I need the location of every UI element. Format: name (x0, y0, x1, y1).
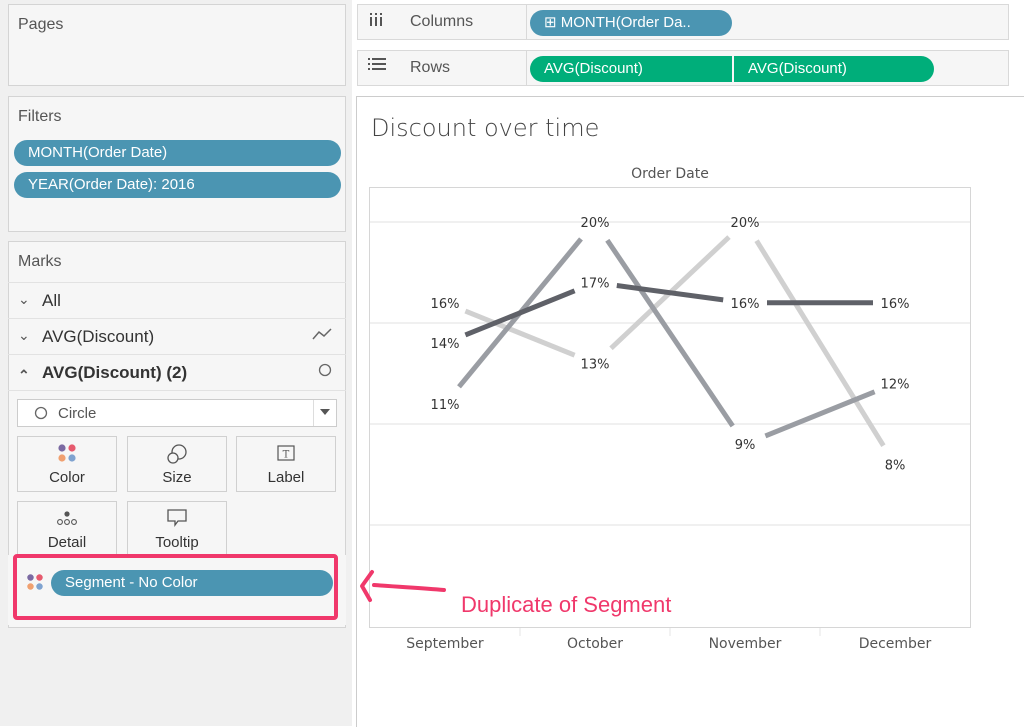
marks-row-avg-discount[interactable]: ⌄ AVG(Discount) (8, 318, 346, 355)
annotation-text: Duplicate of Segment (461, 592, 672, 617)
filters-panel: Filters MONTH(Order Date) YEAR(Order Dat… (8, 96, 346, 232)
tooltip-icon (128, 508, 226, 534)
size-icon (128, 443, 226, 469)
chevron-down-icon: ⌄ (18, 291, 30, 307)
marks-title: Marks (18, 253, 62, 270)
marks-row-label: AVG(Discount) (2) (42, 363, 188, 382)
chevron-down-icon (320, 409, 330, 415)
card-label: Tooltip (155, 534, 199, 551)
card-label: Size (162, 469, 192, 486)
marks-row-all[interactable]: ⌄ All (8, 282, 346, 319)
rows-icon (368, 57, 386, 76)
filters-title: Filters (18, 108, 62, 125)
filter-pill-month[interactable]: MONTH(Order Date) (14, 140, 341, 166)
divider (526, 51, 527, 85)
view-area (356, 96, 1024, 727)
pages-title: Pages (18, 16, 64, 33)
pages-panel: Pages (8, 4, 346, 86)
line-icon (312, 327, 332, 345)
mark-type-dropdown[interactable]: Circle (17, 399, 337, 427)
dropdown-divider (313, 400, 314, 426)
chart-title: Discount over time (371, 114, 600, 142)
columns-pill-month[interactable]: ⊞ MONTH(Order Da.. (530, 10, 732, 36)
columns-icon (368, 11, 384, 32)
chevron-down-icon: ⌄ (18, 327, 30, 343)
color-icon (18, 443, 116, 469)
marks-row-label: All (42, 291, 61, 310)
circle-icon (34, 406, 48, 425)
rows-pill-avg-discount-1[interactable]: AVG(Discount) (530, 56, 732, 82)
circle-icon (318, 363, 332, 381)
divider (8, 390, 346, 391)
divider (526, 5, 527, 39)
marks-row-label: AVG(Discount) (42, 327, 155, 346)
svg-text:T: T (283, 450, 290, 461)
tooltip-card[interactable]: Tooltip (127, 501, 227, 557)
filter-pill-year[interactable]: YEAR(Order Date): 2016 (14, 172, 341, 198)
detail-card[interactable]: Detail (17, 501, 117, 557)
card-label: Color (49, 469, 85, 486)
label-card[interactable]: T Label (236, 436, 336, 492)
color-card[interactable]: Color (17, 436, 117, 492)
rows-shelf: Rows AVG(Discount) AVG(Discount) (357, 50, 1009, 86)
card-label: Detail (47, 534, 87, 551)
label-icon: T (237, 443, 335, 469)
size-card[interactable]: Size (127, 436, 227, 492)
columns-label: Columns (410, 13, 474, 30)
rows-label: Rows (410, 59, 451, 76)
detail-icon (18, 508, 116, 534)
marks-row-avg-discount-2[interactable]: ⌃ AVG(Discount) (2) (8, 354, 346, 391)
columns-shelf: Columns ⊞ MONTH(Order Da.. (357, 4, 1009, 40)
chevron-up-icon: ⌃ (18, 367, 30, 383)
annotation-arrow (360, 570, 446, 602)
highlight-box (13, 554, 338, 620)
mark-type-value: Circle (58, 405, 97, 422)
card-label: Label (267, 469, 305, 486)
rows-pill-avg-discount-2[interactable]: AVG(Discount) (734, 56, 934, 82)
